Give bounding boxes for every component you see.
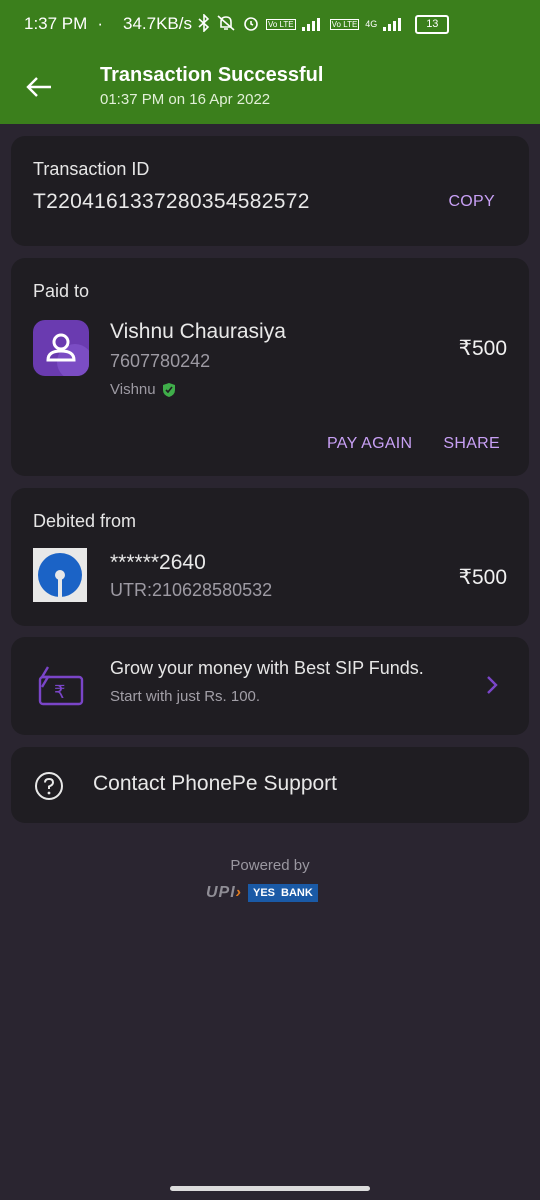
payee-phone: 7607780242 [110, 351, 211, 371]
battery-icon: 13 [415, 14, 450, 34]
back-button[interactable] [22, 70, 56, 104]
status-time: 1:37 PM [24, 14, 88, 33]
bluetooth-icon [198, 12, 210, 35]
upi-logo: UPI› [206, 884, 242, 901]
sip-promo-card[interactable]: ₹ Grow your money with Best SIP Funds. S… [11, 637, 529, 735]
yes-bank-bank: BANK [281, 887, 313, 899]
debited-from-card: Debited from ******2640 UTR:210628580532… [11, 488, 529, 626]
page-title: Transaction Successful [100, 64, 324, 86]
status-bar: 1:37 PM · 34.7KB/s Vo LTE Vo LTE 4G 13 [0, 0, 540, 48]
powered-by-label: Powered by [230, 857, 310, 874]
pay-again-button[interactable]: PAY AGAIN [327, 435, 412, 453]
transaction-id-card: Transaction ID T2204161337280354582572 C… [11, 136, 529, 246]
network-speed: 34.7KB/s [122, 14, 192, 33]
debited-amount: ₹500 [458, 566, 507, 589]
upi-logo-text: UPI [206, 884, 236, 901]
sip-promo-subtitle: Start with just Rs. 100. [110, 688, 261, 705]
account-number: ******2640 [110, 551, 206, 574]
contact-support-button[interactable]: Contact PhonePe Support [11, 747, 529, 823]
alarm-icon [242, 14, 260, 35]
sip-promo-title: Grow your money with Best SIP Funds. [110, 658, 424, 678]
transaction-id-value: T2204161337280354582572 [33, 190, 310, 213]
volte-icon: Vo LTE [265, 18, 296, 30]
status-dot: · [97, 14, 103, 33]
chevron-right-icon [487, 676, 498, 694]
avatar [33, 320, 89, 376]
yes-bank-yes: YES [253, 887, 276, 899]
arrow-left-icon [26, 77, 51, 97]
help-question-icon [35, 772, 63, 800]
utr-number: UTR:210628580532 [110, 580, 273, 600]
volte-icon-2: Vo LTE [329, 18, 360, 30]
battery-level: 13 [426, 18, 439, 30]
paid-amount: ₹500 [458, 337, 507, 360]
svg-text:₹: ₹ [54, 682, 65, 703]
bank-logo [33, 548, 87, 602]
payee-upi-name-row: Vishnu [110, 381, 176, 398]
paid-to-label: Paid to [33, 281, 90, 301]
yes-bank-logo: YES BANK [248, 884, 318, 902]
app-header: Transaction Successful 01:37 PM on 16 Ap… [0, 48, 540, 124]
partner-logos: UPI› YES BANK [206, 884, 318, 902]
payee-name: Vishnu Chaurasiya [110, 320, 286, 343]
transaction-id-label: Transaction ID [33, 159, 150, 179]
gesture-nav-bar[interactable] [170, 1186, 370, 1191]
person-icon [46, 333, 89, 376]
transaction-timestamp: 01:37 PM on 16 Apr 2022 [100, 91, 271, 108]
signal-icon-1 [301, 15, 324, 34]
status-icons: Vo LTE Vo LTE 4G 13 [198, 12, 450, 35]
verified-shield-icon [162, 382, 175, 397]
signal-icon-2 [383, 15, 405, 34]
copy-button[interactable]: COPY [448, 193, 495, 211]
contact-support-label: Contact PhonePe Support [93, 772, 338, 795]
paid-to-card: Paid to Vishnu Chaurasiya 7607780242 Vis… [11, 258, 529, 476]
network-type-icon: 4G [365, 19, 378, 29]
payee-upi-name: Vishnu [110, 381, 156, 398]
sbi-logo-icon [38, 553, 82, 597]
mute-bell-icon [216, 14, 236, 35]
sip-money-icon: ₹ [38, 666, 84, 706]
share-button[interactable]: SHARE [443, 435, 500, 453]
debited-from-label: Debited from [33, 511, 137, 531]
